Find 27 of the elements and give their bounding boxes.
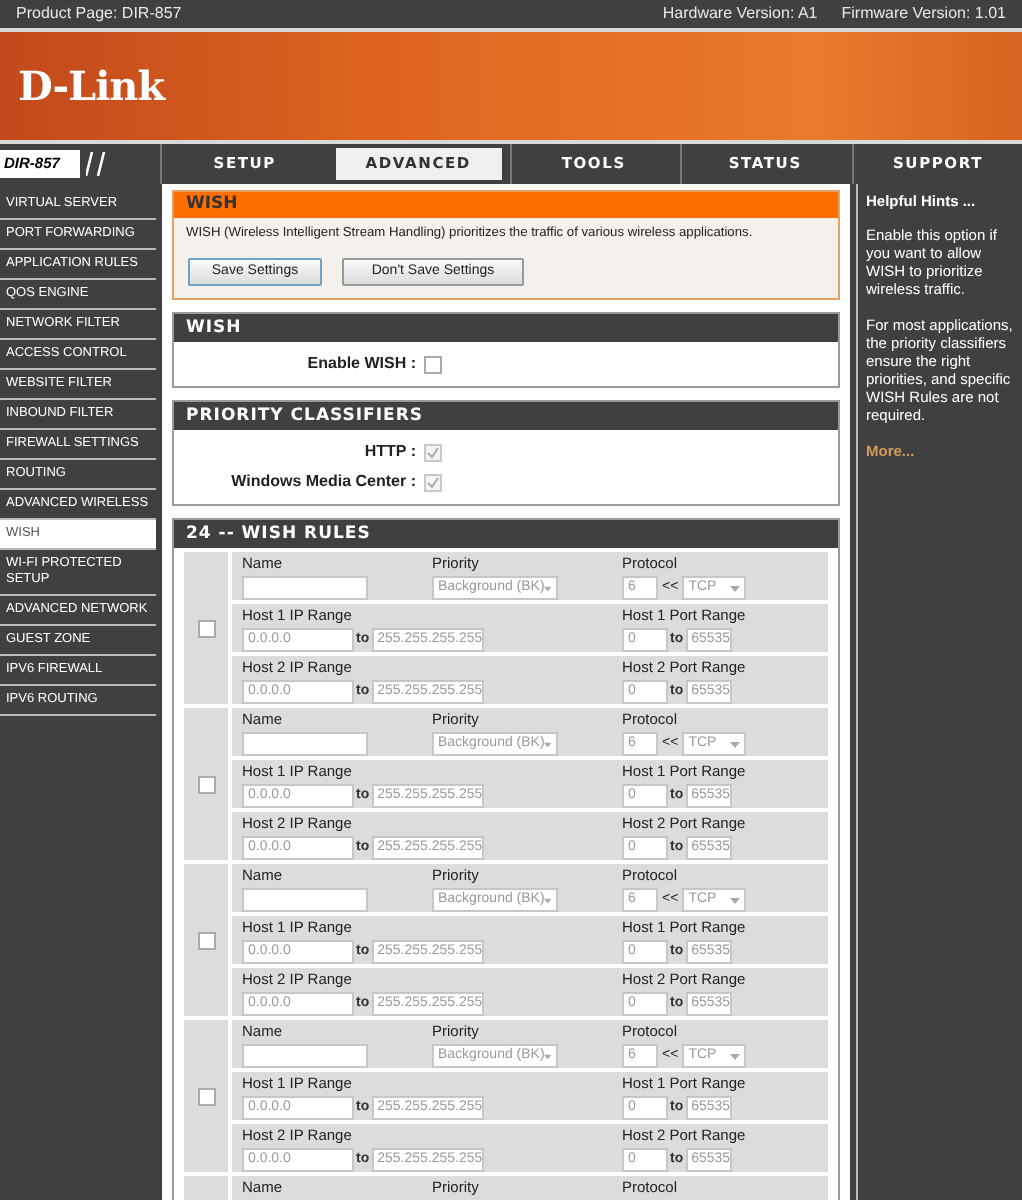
field-label: Enable WISH : [305,352,418,376]
intro-header: WISH [174,192,838,218]
checkbox[interactable] [424,355,442,373]
name-input[interactable] [242,888,368,912]
name-input[interactable] [242,1044,368,1068]
field-label: HTTP : [362,440,418,464]
product-page-text: Product Page: DIR-857 [16,2,182,26]
firmware-version-text: Firmware Version: 1.01 [841,2,1006,26]
dropdown-arrow-icon [544,741,552,747]
field-label: Windows Media Center : [229,470,418,494]
hardware-version-text: Hardware Version: A1 [662,2,818,26]
check-icon [426,445,440,459]
name-input[interactable] [242,732,368,756]
section-header: PRIORITY CLASSIFIERS [174,402,838,430]
section-header: WISH [174,314,838,342]
dropdown-arrow-icon [730,741,741,747]
logo: D-Link [18,60,165,114]
dropdown-arrow-icon [544,1053,552,1059]
slashes-icon [86,152,106,176]
check-icon [426,475,440,489]
name-input[interactable] [242,576,368,600]
dropdown-arrow-icon [730,897,741,903]
dropdown-arrow-icon [730,585,741,591]
dropdown-arrow-icon [544,897,552,903]
dropdown-arrow-icon [544,585,552,591]
dropdown-arrow-icon [730,1053,741,1059]
section-header: 24 -- WISH RULES [174,520,838,548]
